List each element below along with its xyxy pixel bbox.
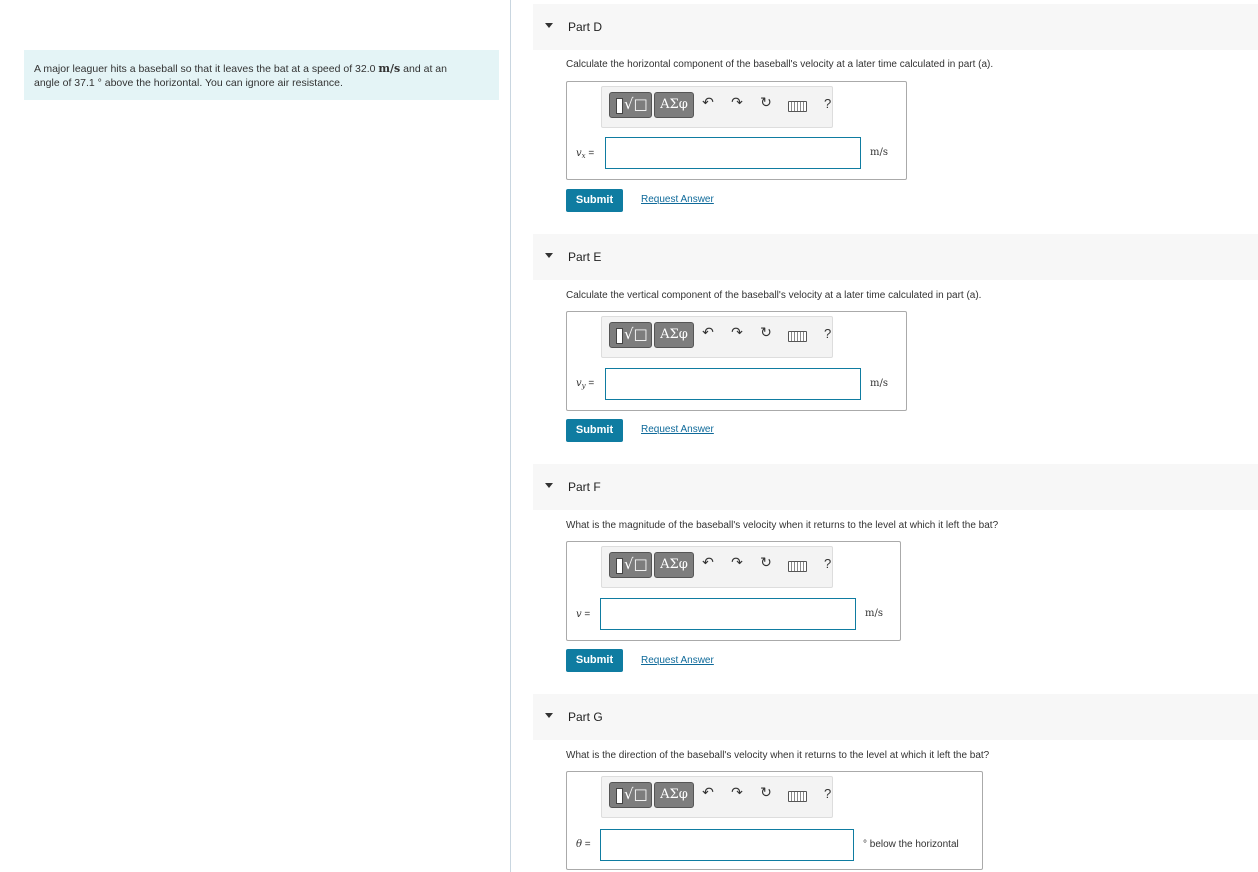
math-toolbar: √□ ΑΣφ ↶ ↷ ↻ ? bbox=[601, 86, 833, 128]
greek-symbols-button[interactable]: ΑΣφ bbox=[654, 92, 694, 118]
caret-down-icon[interactable] bbox=[545, 23, 553, 28]
problem-text-end: and at an bbox=[400, 63, 447, 75]
submit-button[interactable]: Submit bbox=[566, 189, 623, 212]
greek-symbols-button[interactable]: ΑΣφ bbox=[654, 322, 694, 348]
templates-icon bbox=[616, 788, 623, 804]
keyboard-icon[interactable] bbox=[788, 791, 807, 802]
part-question: Calculate the vertical component of the … bbox=[566, 290, 982, 301]
redo-icon[interactable]: ↷ bbox=[728, 555, 746, 571]
math-toolbar: √□ ΑΣφ ↶ ↷ ↻ ? bbox=[601, 316, 833, 358]
part-e-header[interactable]: Part E bbox=[533, 234, 1258, 280]
templates-icon bbox=[616, 558, 623, 574]
keyboard-icon[interactable] bbox=[788, 101, 807, 112]
templates-button[interactable]: √□ bbox=[609, 782, 652, 808]
variable-label: θ = bbox=[576, 839, 591, 850]
answer-input[interactable] bbox=[600, 598, 856, 630]
keyboard-icon[interactable] bbox=[788, 561, 807, 572]
variable-label: vx = bbox=[576, 148, 595, 160]
redo-icon[interactable]: ↷ bbox=[728, 785, 746, 801]
reset-icon[interactable]: ↻ bbox=[757, 785, 775, 801]
help-icon[interactable]: ? bbox=[824, 96, 831, 111]
redo-icon[interactable]: ↷ bbox=[728, 325, 746, 341]
answer-input[interactable] bbox=[600, 829, 854, 861]
problem-text-line2: angle of 37.1 ° above the horizontal. Yo… bbox=[34, 77, 343, 89]
templates-icon bbox=[616, 98, 623, 114]
answer-box: √□ ΑΣφ ↶ ↷ ↻ ? vx = m/s bbox=[566, 81, 907, 180]
math-toolbar: √□ ΑΣφ ↶ ↷ ↻ ? bbox=[601, 546, 833, 588]
submit-button[interactable]: Submit bbox=[566, 649, 623, 672]
variable-label: v = bbox=[576, 609, 591, 620]
greek-symbols-button[interactable]: ΑΣφ bbox=[654, 552, 694, 578]
undo-icon[interactable]: ↶ bbox=[699, 555, 717, 571]
answer-box: √□ ΑΣφ ↶ ↷ ↻ ? vy = m/s bbox=[566, 311, 907, 411]
problem-panel: A major leaguer hits a baseball so that … bbox=[0, 0, 511, 872]
redo-icon[interactable]: ↷ bbox=[728, 95, 746, 111]
part-g-header[interactable]: Part G bbox=[533, 694, 1258, 740]
request-answer-link[interactable]: Request Answer bbox=[641, 194, 714, 205]
part-title: Part F bbox=[568, 480, 601, 494]
request-answer-link[interactable]: Request Answer bbox=[641, 655, 714, 666]
reset-icon[interactable]: ↻ bbox=[757, 325, 775, 341]
templates-button[interactable]: √□ bbox=[609, 322, 652, 348]
part-title: Part E bbox=[568, 250, 602, 264]
reset-icon[interactable]: ↻ bbox=[757, 95, 775, 111]
unit-label: ° below the horizontal bbox=[863, 839, 959, 850]
speed-unit: m/s bbox=[378, 62, 401, 75]
undo-icon[interactable]: ↶ bbox=[699, 95, 717, 111]
help-icon[interactable]: ? bbox=[824, 786, 831, 801]
answer-box: √□ ΑΣφ ↶ ↷ ↻ ? θ = ° below the horizonta… bbox=[566, 771, 983, 870]
part-question: Calculate the horizontal component of th… bbox=[566, 59, 994, 70]
keyboard-icon[interactable] bbox=[788, 331, 807, 342]
caret-down-icon[interactable] bbox=[545, 253, 553, 258]
problem-statement: A major leaguer hits a baseball so that … bbox=[24, 50, 499, 100]
answer-box: √□ ΑΣφ ↶ ↷ ↻ ? v = m/s bbox=[566, 541, 901, 641]
variable-label: vy = bbox=[576, 378, 595, 390]
unit-label: m/s bbox=[870, 147, 888, 158]
part-question: What is the magnitude of the baseball's … bbox=[566, 520, 999, 531]
templates-button[interactable]: √□ bbox=[609, 92, 652, 118]
undo-icon[interactable]: ↶ bbox=[699, 325, 717, 341]
part-title: Part D bbox=[568, 20, 603, 34]
request-answer-link[interactable]: Request Answer bbox=[641, 424, 714, 435]
undo-icon[interactable]: ↶ bbox=[699, 785, 717, 801]
part-f-header[interactable]: Part F bbox=[533, 464, 1258, 510]
templates-icon bbox=[616, 328, 623, 344]
parts-panel: Part D Calculate the horizontal componen… bbox=[511, 0, 1258, 872]
part-title: Part G bbox=[568, 710, 603, 724]
answer-input[interactable] bbox=[605, 368, 861, 400]
part-question: What is the direction of the baseball's … bbox=[566, 750, 990, 761]
reset-icon[interactable]: ↻ bbox=[757, 555, 775, 571]
math-toolbar: √□ ΑΣφ ↶ ↷ ↻ ? bbox=[601, 776, 833, 818]
unit-label: m/s bbox=[870, 378, 888, 389]
unit-label: m/s bbox=[865, 608, 883, 619]
help-icon[interactable]: ? bbox=[824, 556, 831, 571]
answer-input[interactable] bbox=[605, 137, 861, 169]
greek-symbols-button[interactable]: ΑΣφ bbox=[654, 782, 694, 808]
templates-button[interactable]: √□ bbox=[609, 552, 652, 578]
caret-down-icon[interactable] bbox=[545, 713, 553, 718]
problem-text: A major leaguer hits a baseball so that … bbox=[34, 63, 379, 75]
submit-button[interactable]: Submit bbox=[566, 419, 623, 442]
help-icon[interactable]: ? bbox=[824, 326, 831, 341]
part-d-header[interactable]: Part D bbox=[533, 4, 1258, 50]
caret-down-icon[interactable] bbox=[545, 483, 553, 488]
